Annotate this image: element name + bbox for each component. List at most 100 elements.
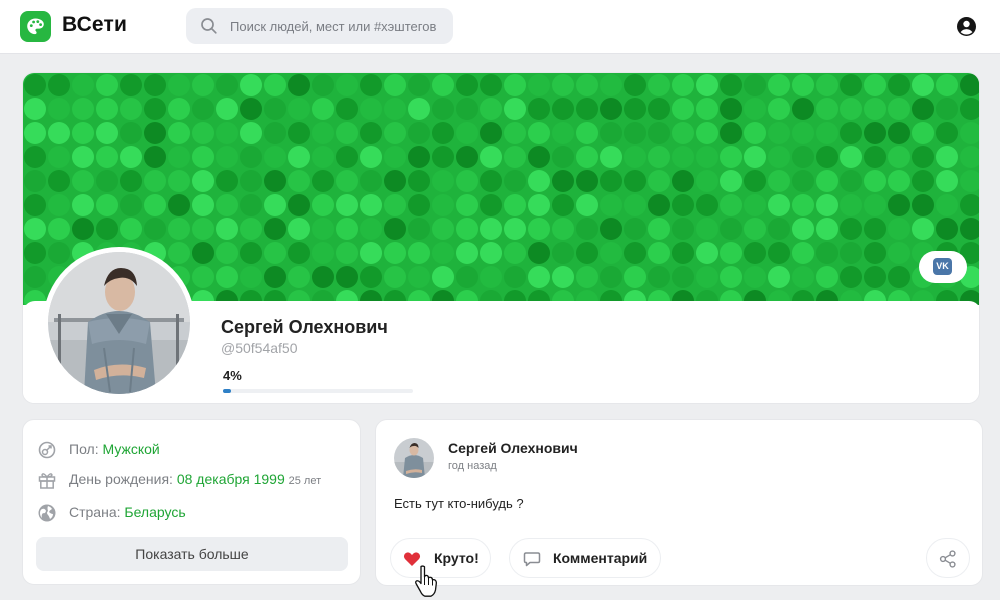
- cover-dot: [480, 266, 502, 288]
- cover-dot: [456, 194, 478, 216]
- like-button[interactable]: Круто!: [390, 538, 491, 578]
- profile-handle: @50f54af50: [221, 340, 298, 356]
- cover-dot: [552, 266, 574, 288]
- cover-dot: [240, 146, 262, 168]
- cover-dot: [768, 242, 790, 264]
- cover-dot: [24, 266, 46, 288]
- vk-link-button[interactable]: VK: [919, 251, 967, 283]
- top-bar: ВСети: [0, 0, 1000, 54]
- cover-dot: [192, 98, 214, 120]
- cover-dot: [792, 218, 814, 240]
- cover-dot: [720, 122, 742, 144]
- cover-dot: [960, 98, 979, 120]
- cover-dot: [768, 194, 790, 216]
- cover-dot: [936, 170, 958, 192]
- cover-dot: [768, 146, 790, 168]
- comment-label: Комментарий: [553, 550, 648, 566]
- cover-dot: [480, 122, 502, 144]
- palette-icon[interactable]: [20, 11, 51, 42]
- cover-dot: [504, 146, 526, 168]
- cover-dot: [264, 218, 286, 240]
- cover-dot: [744, 170, 766, 192]
- cover-dot: [456, 122, 478, 144]
- cover-dot: [576, 146, 598, 168]
- cover-dot: [816, 170, 838, 192]
- cover-dot: [96, 146, 118, 168]
- cover-dot: [360, 218, 382, 240]
- cover-dot: [120, 194, 142, 216]
- cover-dot: [552, 194, 574, 216]
- cover-dot: [456, 218, 478, 240]
- cover-dot: [432, 218, 454, 240]
- brand-name[interactable]: ВСети: [62, 13, 127, 37]
- search-box[interactable]: [186, 8, 453, 44]
- cover-dot: [216, 170, 238, 192]
- profile-completion-fill: [223, 389, 231, 393]
- cover-dot: [408, 98, 430, 120]
- cover-dot: [384, 74, 406, 96]
- cover-dot: [816, 74, 838, 96]
- cover-dot: [888, 122, 910, 144]
- cover-dot: [336, 218, 358, 240]
- cover-dot: [912, 170, 934, 192]
- cover-dot: [288, 218, 310, 240]
- cover-dot: [96, 170, 118, 192]
- cover-dot: [264, 194, 286, 216]
- cover-dot: [744, 74, 766, 96]
- cover-dot: [144, 146, 166, 168]
- cover-dot: [624, 146, 646, 168]
- cover-dot: [264, 170, 286, 192]
- cover-dot: [792, 194, 814, 216]
- cover-dot: [576, 242, 598, 264]
- cover-dot: [168, 122, 190, 144]
- cover-dot: [816, 98, 838, 120]
- avatar[interactable]: [43, 247, 195, 399]
- cover-dot: [264, 98, 286, 120]
- cover-dot: [744, 194, 766, 216]
- cover-dot: [840, 74, 862, 96]
- cover-dot: [528, 194, 550, 216]
- cover-dot: [768, 218, 790, 240]
- post-timestamp: год назад: [448, 460, 497, 472]
- cover-dot: [240, 218, 262, 240]
- post-author-name[interactable]: Сергей Олехнович: [448, 440, 578, 456]
- cover-dot: [552, 122, 574, 144]
- show-more-button[interactable]: Показать больше: [36, 537, 348, 571]
- cover-dot: [312, 266, 334, 288]
- cover-dot: [240, 74, 262, 96]
- gender-label: Пол:: [69, 441, 99, 457]
- cover-dot: [696, 194, 718, 216]
- cover-dot: [456, 266, 478, 288]
- cover-dot: [240, 194, 262, 216]
- cover-dot: [288, 170, 310, 192]
- cover-dot: [696, 146, 718, 168]
- account-circle-icon[interactable]: [956, 16, 977, 37]
- cover-dot: [624, 266, 646, 288]
- cover-dot: [672, 194, 694, 216]
- cover-dot: [672, 146, 694, 168]
- cover-dot: [120, 98, 142, 120]
- cover-dot: [192, 218, 214, 240]
- cover-dot: [528, 266, 550, 288]
- cover-dot: [720, 242, 742, 264]
- cover-dot: [960, 194, 979, 216]
- cover-dot: [216, 194, 238, 216]
- cover-dot: [600, 98, 622, 120]
- cover-dot: [504, 266, 526, 288]
- cover-dot: [792, 74, 814, 96]
- cover-dot: [336, 170, 358, 192]
- cover-dot: [936, 74, 958, 96]
- cover-dot: [864, 146, 886, 168]
- cover-dot: [912, 98, 934, 120]
- comment-button[interactable]: Комментарий: [509, 538, 661, 578]
- share-button[interactable]: [926, 538, 970, 578]
- cover-dot: [144, 194, 166, 216]
- cover-dot: [936, 98, 958, 120]
- cover-dot: [648, 170, 670, 192]
- country-label: Страна:: [69, 504, 121, 520]
- cover-dot: [72, 146, 94, 168]
- post-author-avatar[interactable]: [394, 438, 434, 478]
- search-input[interactable]: [230, 8, 445, 44]
- cover-dot: [888, 194, 910, 216]
- cover-dot: [816, 266, 838, 288]
